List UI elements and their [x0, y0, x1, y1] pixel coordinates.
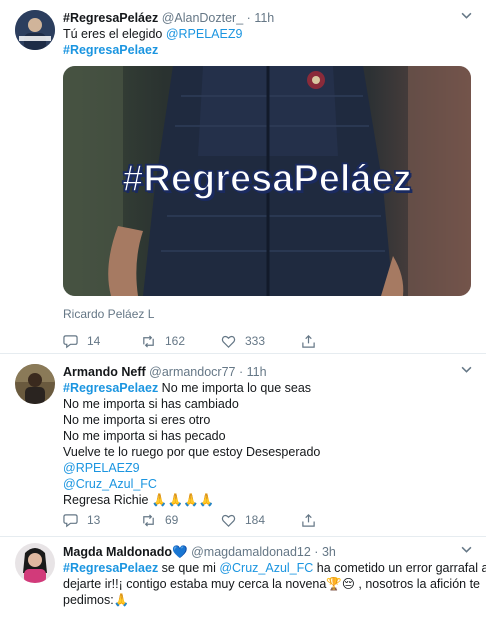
reply-icon — [63, 513, 78, 527]
share-button[interactable] — [301, 511, 325, 529]
like-count: 184 — [245, 513, 266, 527]
retweet-icon — [143, 334, 154, 348]
tweet-text-line: #RegresaPelaez se que mi @Cruz_Azul_FC h… — [63, 560, 486, 576]
tweet-header: #RegresaPeláez @AlanDozter_ · 11h — [63, 10, 472, 26]
user-handle[interactable]: @armandocr77 — [149, 365, 235, 379]
tweet-text-segment: No me importa lo que seas — [158, 381, 312, 395]
display-name[interactable]: #RegresaPeláez — [63, 11, 158, 25]
separator-dot: · — [238, 365, 244, 379]
avatar[interactable] — [15, 364, 55, 404]
tweet-text-line: #RegresaPelaez — [63, 42, 472, 58]
like-button[interactable]: 333 — [221, 332, 265, 350]
tweet-text-segment: Regresa Richie 🙏🙏🙏🙏 — [63, 493, 215, 507]
share-icon — [302, 513, 315, 527]
mention-link[interactable]: @RPELAEZ9 — [63, 461, 140, 475]
tweet-text-line: #RegresaPelaez No me importa lo que seas — [63, 380, 472, 396]
tweet[interactable]: #RegresaPeláez @AlanDozter_ · 11h Tú ere… — [0, 0, 486, 354]
avatar[interactable] — [15, 10, 55, 50]
hashtag-link[interactable]: #RegresaPelaez — [63, 561, 158, 575]
user-handle[interactable]: @AlanDozter_ — [162, 11, 243, 25]
tweet-header: Magda Maldonado💙 @magdamaldonad12 · 3h — [63, 544, 472, 560]
tweet-text-line: No me importa si eres otro — [63, 412, 472, 428]
avatar[interactable] — [15, 543, 55, 583]
heart-icon — [221, 335, 236, 348]
share-icon — [302, 334, 315, 348]
reply-icon — [63, 334, 78, 348]
tweet-feed: #RegresaPeláez @AlanDozter_ · 11h Tú ere… — [0, 0, 486, 620]
tweet-text-line: pedimos:🙏 — [63, 592, 472, 608]
share-button[interactable] — [301, 332, 325, 350]
tweet-text-segment: No me importa si has cambiado — [63, 397, 239, 411]
tweet-text-line: dejarte ir!!¡ contigo estaba muy cerca l… — [63, 576, 480, 592]
tweet-actions: 13 69 184 — [63, 511, 363, 529]
display-name[interactable]: Magda Maldonado — [63, 545, 172, 559]
tweet-text-segment: No me importa si has pecado — [63, 429, 226, 443]
image-overlay-text: #RegresaPeláez — [122, 157, 413, 201]
tweet[interactable]: Magda Maldonado💙 @magdamaldonad12 · 3h #… — [0, 537, 486, 620]
blue-heart-icon: 💙 — [172, 545, 188, 559]
retweet-icon — [143, 513, 154, 527]
image-caption[interactable]: Ricardo Peláez L — [63, 307, 154, 321]
like-button[interactable]: 184 — [221, 511, 265, 529]
retweet-button[interactable]: 69 — [141, 511, 178, 529]
tweet-text-segment: ha cometido un error garrafal al — [313, 561, 486, 575]
mention-link[interactable]: @RPELAEZ9 — [166, 27, 243, 41]
reply-count: 14 — [87, 334, 101, 348]
like-count: 333 — [245, 334, 266, 348]
separator-dot: · — [246, 11, 251, 25]
chevron-down-icon[interactable] — [461, 10, 472, 26]
timestamp[interactable]: 11h — [254, 11, 274, 25]
retweet-button[interactable]: 162 — [141, 332, 185, 350]
tweet-text-segment: dejarte ir!!¡ contigo estaba muy cerca l… — [63, 577, 480, 591]
retweet-count: 162 — [165, 334, 186, 348]
tweet-text: Tú eres el elegido @RPELAEZ9 #RegresaPela… — [63, 26, 472, 58]
retweet-count: 69 — [165, 513, 179, 527]
tweet-text-line: No me importa si has cambiado — [63, 396, 472, 412]
hashtag-link[interactable]: #RegresaPelaez — [63, 43, 158, 57]
tweet-text-line: Vuelve te lo ruego por que estoy Desespe… — [63, 444, 472, 460]
tweet-text-segment: Tú eres el elegido — [63, 27, 166, 41]
tweet-text-segment: Vuelve te lo ruego por que estoy Desespe… — [63, 445, 321, 459]
separator-dot: · — [314, 545, 319, 559]
tweet-image[interactable]: #RegresaPeláez — [63, 66, 471, 296]
chevron-down-icon[interactable] — [461, 364, 472, 380]
tweet-text-segment: pedimos:🙏 — [63, 593, 130, 607]
tweet-text-line: @RPELAEZ9 — [63, 460, 472, 476]
timestamp[interactable]: 3h — [322, 545, 336, 559]
reply-button[interactable]: 13 — [63, 511, 100, 529]
tweet-text-line: Tú eres el elegido @RPELAEZ9 — [63, 26, 472, 42]
tweet-header: Armando Neff @armandocr77 · 11h — [63, 364, 472, 380]
tweet[interactable]: Armando Neff @armandocr77 · 11h #Regresa… — [0, 354, 486, 537]
mention-link[interactable]: @Cruz_Azul_FC — [219, 561, 313, 575]
heart-icon — [221, 514, 236, 527]
chevron-down-icon[interactable] — [461, 544, 472, 560]
reply-count: 13 — [87, 513, 101, 527]
tweet-text: #RegresaPelaez se que mi @Cruz_Azul_FC h… — [63, 560, 486, 608]
tweet-text-line: No me importa si has pecado — [63, 428, 472, 444]
mention-link[interactable]: @Cruz_Azul_FC — [63, 477, 157, 491]
user-handle[interactable]: @magdamaldonad12 — [191, 545, 311, 559]
tweet-text-segment: se que mi — [158, 561, 220, 575]
tweet-text: #RegresaPelaez No me importa lo que seas… — [63, 380, 472, 508]
tweet-text-line: Regresa Richie 🙏🙏🙏🙏 — [63, 492, 472, 508]
reply-button[interactable]: 14 — [63, 332, 100, 350]
display-name[interactable]: Armando Neff — [63, 365, 146, 379]
hashtag-link[interactable]: #RegresaPelaez — [63, 381, 158, 395]
tweet-actions: 14 162 333 — [63, 332, 363, 350]
tweet-text-segment: No me importa si eres otro — [63, 413, 211, 427]
timestamp[interactable]: 11h — [247, 365, 267, 379]
tweet-text-line: @Cruz_Azul_FC — [63, 476, 472, 492]
